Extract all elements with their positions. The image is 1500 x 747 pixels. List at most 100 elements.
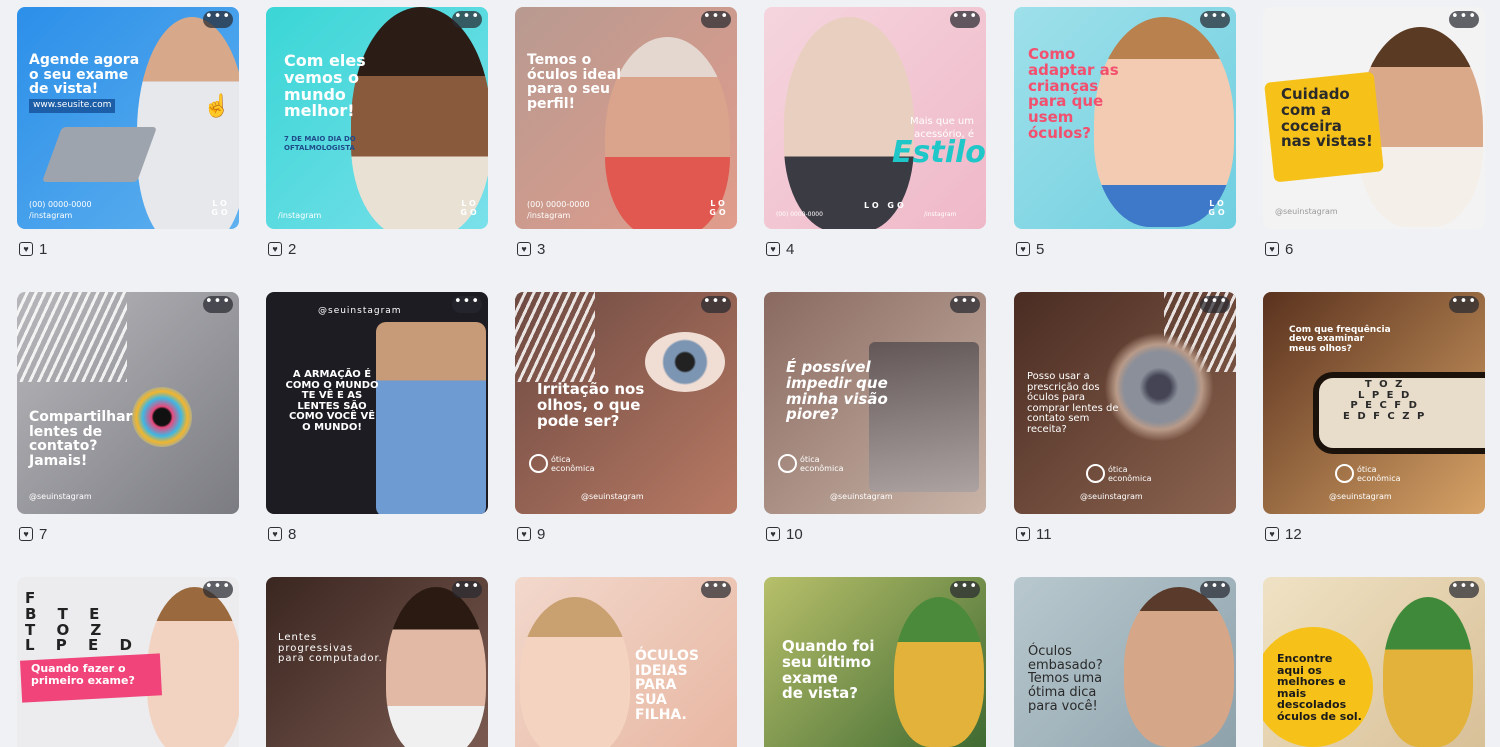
more-options-button[interactable]: ••• [1449,10,1479,28]
template-number: 2 [288,240,297,258]
template-card[interactable]: Encontre aqui os melhores e mais descola… [1263,577,1485,747]
instagram-text: @seuinstagram [1329,492,1392,501]
stripes-decoration [515,292,595,382]
logo-mark: LO GO [460,199,480,217]
template-card[interactable]: É possível impedir que minha visão piore… [764,292,986,514]
template-card[interactable]: Temos o óculos ideal para o seu perfil! … [515,7,737,229]
template-card[interactable]: Quando foi seu último exame de vista? ••… [764,577,986,747]
template-thumbnail: Quando foi seu último exame de vista? [764,577,986,747]
heart-icon: ♥ [19,242,33,256]
more-options-button[interactable]: ••• [1200,580,1230,598]
likes-row: ♥ 4 [766,239,794,259]
template-number: 3 [537,240,546,258]
template-card[interactable]: Óculos embasado? Temos uma ótima dica pa… [1014,577,1236,747]
heart-icon: ♥ [1016,527,1030,541]
more-options-button[interactable]: ••• [1200,10,1230,28]
heart-icon: ♥ [517,527,531,541]
instagram-text: @seuinstagram [29,492,92,501]
instagram-text: /instagram [278,211,322,220]
template-thumbnail: Encontre aqui os melhores e mais descola… [1263,577,1485,747]
template-card[interactable]: @seuinstagram A ARMAÇÃO É COMO O MUNDO T… [266,292,488,514]
template-thumbnail: Como adaptar as crianças para que usem ó… [1014,7,1236,229]
pineapple-with-glasses-image [894,597,984,747]
template-card[interactable]: F B T E T O Z L P E D Quando fazer o pri… [17,577,239,747]
eye-chart-letters: T O Z L P E D P E C F D E D F C Z P [1343,379,1427,422]
instagram-text: /instagram [527,211,571,220]
eye-chart-letters: F B T E T O Z L P E D [25,589,140,655]
template-card[interactable]: Como adaptar as crianças para que usem ó… [1014,7,1236,229]
template-card[interactable]: Irritação nos olhos, o que pode ser? óti… [515,292,737,514]
more-options-button[interactable]: ••• [701,580,731,598]
template-headline: Como adaptar as crianças para que usem ó… [1028,45,1119,142]
template-card[interactable]: Agende agora o seu exame de vista! www.s… [17,7,239,229]
more-options-button[interactable]: ••• [701,10,731,28]
pineapple-with-sunglasses-image [1383,597,1473,747]
template-headline: Com que frequência devo examinar meus ol… [1289,325,1391,354]
more-options-button[interactable]: ••• [950,10,980,28]
instagram-text: @seuinstagram [830,492,893,501]
template-card[interactable]: ÓCULOS IDEIAS PARA SUA FILHA. ••• [515,577,737,747]
template-card[interactable]: Compartilhar lentes de contato? Jamais! … [17,292,239,514]
more-options-button[interactable]: ••• [203,295,233,313]
girl-with-glasses-image [520,597,630,747]
eye-closeup-image [645,332,725,392]
template-card[interactable]: Cuidado com a coceira nas vistas! @seuin… [1263,7,1485,229]
more-options-button[interactable]: ••• [1449,580,1479,598]
laptop-image [41,127,158,182]
template-thumbnail: Mais que um acessório, é Estilo (00) 000… [764,7,986,229]
template-thumbnail: Temos o óculos ideal para o seu perfil! … [515,7,737,229]
likes-row: ♥ 12 [1265,524,1302,544]
more-options-button[interactable]: ••• [452,10,482,28]
heart-icon: ♥ [268,242,282,256]
template-card[interactable]: Posso usar a prescrição dos óculos para … [1014,292,1236,514]
heart-icon: ♥ [766,527,780,541]
heart-icon: ♥ [268,527,282,541]
template-thumbnail: ÓCULOS IDEIAS PARA SUA FILHA. [515,577,737,747]
more-options-button[interactable]: ••• [950,580,980,598]
template-headline: É possível impedir que minha visão piore… [786,358,888,424]
template-number: 4 [786,240,795,258]
likes-row: ♥ 10 [766,524,803,544]
more-options-button[interactable]: ••• [203,580,233,598]
more-options-button[interactable]: ••• [950,295,980,313]
likes-row: ♥ 6 [1265,239,1293,259]
template-headline: Temos o óculos ideal para o seu perfil! [527,52,622,113]
template-number: 10 [786,525,803,543]
logo-mark: LO GO [864,201,907,210]
heart-icon: ♥ [1265,527,1279,541]
template-card[interactable]: Com que frequência devo examinar meus ol… [1263,292,1485,514]
template-headline: Irritação nos olhos, o que pode ser? [537,380,645,430]
template-thumbnail: Com que frequência devo examinar meus ol… [1263,292,1485,514]
template-thumbnail: É possível impedir que minha visão piore… [764,292,986,514]
more-options-button[interactable]: ••• [1200,295,1230,313]
woman-with-glasses-image [351,7,488,229]
instagram-text: /instagram [29,211,73,220]
template-number: 11 [1036,525,1052,543]
template-headline: Quando fazer o primeiro exame? [31,662,135,687]
template-headline: Com eles vemos o mundo melhor! [284,51,366,121]
date-caption: 7 DE MAIO DIA DO OFTALMOLOGISTA [284,135,356,153]
more-options-button[interactable]: ••• [452,580,482,598]
likes-row: ♥ 1 [19,239,47,259]
heart-icon: ♥ [1016,242,1030,256]
template-card[interactable]: Com eles vemos o mundo melhor! 7 DE MAIO… [266,7,488,229]
more-options-button[interactable]: ••• [1449,295,1479,313]
logo-mark: LO GO [211,199,231,217]
template-card[interactable]: Mais que um acessório, é Estilo (00) 000… [764,7,986,229]
likes-row: ♥ 11 [1016,524,1052,544]
template-headline: Agende agora o seu exame de vista! [29,52,140,98]
heart-icon: ♥ [517,242,531,256]
brand-logo: ótica econômica [529,454,595,473]
template-headline: A ARMAÇÃO É COMO O MUNDO TE VÊ E AS LENT… [285,369,379,433]
phone-text: (00) 0000-0000 [29,200,92,209]
instagram-text: @seuinstagram [581,492,644,501]
template-thumbnail: Posso usar a prescrição dos óculos para … [1014,292,1236,514]
template-number: 9 [537,525,546,543]
more-options-button[interactable]: ••• [452,295,482,313]
template-headline: Óculos embasado? Temos uma ótima dica pa… [1028,644,1103,714]
instagram-text: @seuinstagram [318,306,402,316]
template-card[interactable]: Lentes progressivas para computador. ••• [266,577,488,747]
more-options-button[interactable]: ••• [203,10,233,28]
more-options-button[interactable]: ••• [701,295,731,313]
logo-mark: LO GO [1208,199,1228,217]
